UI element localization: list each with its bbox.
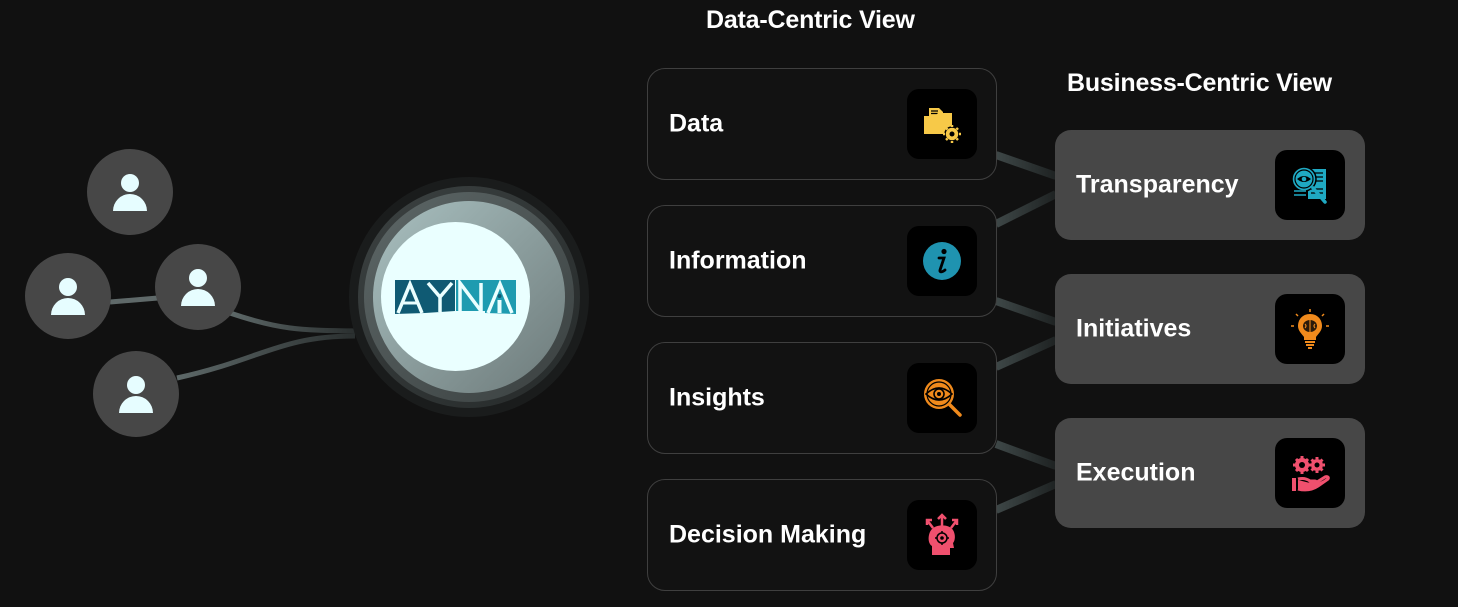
info-icon (923, 242, 961, 280)
user-node[interactable] (87, 149, 173, 235)
card-icon-box (907, 500, 977, 570)
connector-information-transparency (994, 190, 1058, 228)
connector-user3-hub (229, 310, 356, 334)
card-label: Execution (1076, 458, 1196, 487)
card-label: Transparency (1076, 170, 1239, 199)
data-centric-card-information[interactable]: Information (647, 205, 997, 317)
business-centric-card-initiatives[interactable]: Initiatives (1055, 274, 1365, 384)
card-label: Decision Making (669, 520, 867, 549)
connector-user2-user3 (109, 295, 159, 305)
connector-data-transparency (994, 151, 1058, 180)
connector-insights-execution (994, 440, 1058, 470)
card-icon-box (1275, 150, 1345, 220)
user-icon (181, 269, 215, 306)
user-icon (119, 376, 153, 413)
lightbulb-brain-icon (1291, 309, 1329, 349)
user-node[interactable] (25, 253, 111, 339)
user-node[interactable] (155, 244, 241, 330)
card-icon-box (907, 363, 977, 433)
card-label: Information (669, 246, 807, 275)
folder-gear-icon (924, 108, 961, 143)
connector-information-initiatives (994, 297, 1058, 326)
ayna-hub[interactable] (381, 222, 530, 371)
connector-insights-initiatives (994, 336, 1058, 371)
data-centric-card-insights[interactable]: Insights (647, 342, 997, 454)
card-label: Initiatives (1076, 314, 1192, 343)
business-centric-card-execution[interactable]: Execution (1055, 418, 1365, 528)
data-centric-view-heading: Data-Centric View (706, 6, 915, 34)
user-node[interactable] (93, 351, 179, 437)
ayna-logo (395, 279, 516, 314)
business-centric-card-transparency[interactable]: Transparency (1055, 130, 1365, 240)
user-icon (113, 174, 147, 211)
card-label: Data (669, 109, 724, 138)
eye-search-icon (924, 379, 962, 417)
data-centric-card-data[interactable]: Data (647, 68, 997, 180)
business-centric-view-heading: Business-Centric View (1067, 69, 1332, 97)
card-icon-box (907, 226, 977, 296)
data-centric-card-decision-making[interactable]: Decision Making (647, 479, 997, 591)
card-icon-box (907, 89, 977, 159)
card-icon-box (1275, 294, 1345, 364)
hand-gears-icon (1292, 456, 1330, 492)
connector-decision-execution (994, 480, 1058, 514)
document-eye-search-icon (1291, 166, 1327, 204)
card-label: Insights (669, 383, 765, 412)
card-icon-box (1275, 438, 1345, 508)
user-icon (51, 278, 85, 315)
connector-user4-hub (176, 333, 356, 381)
head-gear-arrows-icon (925, 513, 959, 555)
